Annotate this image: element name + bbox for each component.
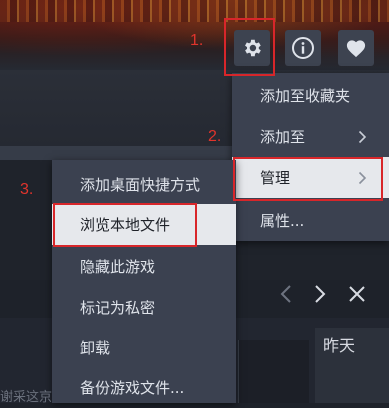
annotation-step-1: 1. [190, 32, 204, 49]
submenu-item-backup-game-files[interactable]: 备份游戏文件... [52, 367, 236, 408]
menu-item-label: 卸载 [80, 339, 111, 357]
info-icon [292, 37, 314, 59]
menu-item-add-to[interactable]: 添加至 [232, 116, 389, 157]
heart-icon [346, 40, 366, 58]
submenu-item-mark-private[interactable]: 标记为私密 [52, 287, 236, 328]
activity-text: 谢采这京 [0, 390, 53, 405]
menu-item-label: 属性... [260, 212, 305, 230]
info-button[interactable] [285, 30, 321, 66]
submenu-item-uninstall[interactable]: 卸载 [52, 327, 236, 368]
highlight-box-settings [224, 18, 275, 76]
banner-art [0, 0, 389, 22]
annotation-step-2: 2. [208, 128, 222, 145]
menu-item-label: 添加至 [260, 128, 306, 146]
menu-item-label: 标记为私密 [80, 299, 156, 317]
menu-item-label: 备份游戏文件... [80, 379, 185, 397]
chevron-right-icon [358, 116, 367, 157]
submenu-item-hide-game[interactable]: 隐藏此游戏 [52, 246, 236, 287]
menu-item-label: 隐藏此游戏 [80, 258, 156, 276]
menu-item-label: 添加至收藏夹 [260, 87, 351, 105]
manage-submenu: 添加桌面快捷方式 浏览本地文件 隐藏此游戏 标记为私密 卸载 备份游戏文件... [52, 160, 236, 403]
favorite-button[interactable] [338, 30, 374, 66]
close-icon[interactable] [348, 284, 366, 310]
chevron-left-icon[interactable] [280, 284, 292, 310]
menu-item-add-to-favorites[interactable]: 添加至收藏夹 [232, 75, 389, 116]
submenu-item-add-desktop-shortcut[interactable]: 添加桌面快捷方式 [52, 164, 236, 205]
chevron-right-icon[interactable] [314, 284, 326, 310]
highlight-box-browse-local-files [53, 203, 197, 247]
activity-date-label: 昨天 [323, 336, 356, 355]
activity-card [238, 340, 309, 403]
menu-item-properties[interactable]: 属性... [232, 200, 389, 241]
highlight-box-manage [233, 157, 383, 201]
annotation-step-3: 3. [20, 181, 34, 198]
menu-item-label: 添加桌面快捷方式 [80, 176, 201, 194]
